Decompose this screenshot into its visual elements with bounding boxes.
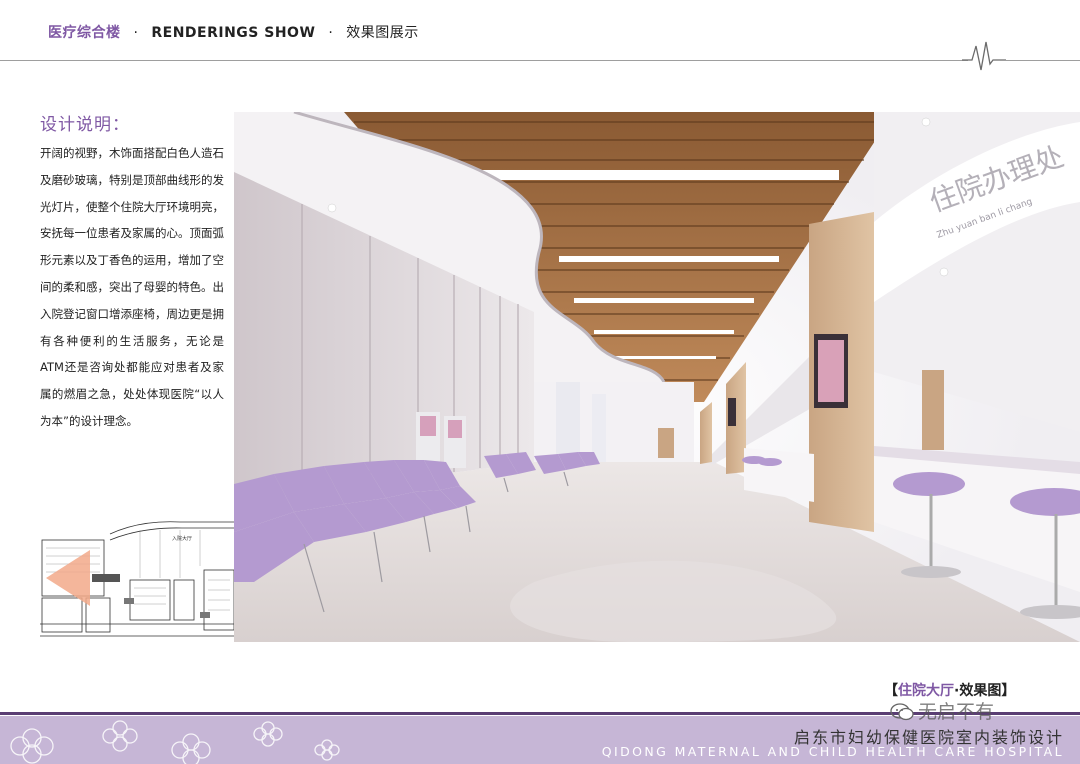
floor-plan-thumbnail: 入院大厅 — [40, 500, 236, 642]
heartbeat-pulse-icon — [962, 41, 1006, 71]
caption-bracket-open: 【 — [884, 683, 898, 699]
header-title: 医疗综合楼 · RENDERINGS SHOW · 效果图展示 — [48, 22, 419, 42]
caption-bracket-close: 】 — [1001, 683, 1016, 699]
floor-plan-drawing: 入院大厅 — [40, 500, 236, 642]
floor-plan-label: 入院大厅 — [172, 535, 192, 542]
header-section-view: 效果图展示 — [346, 25, 419, 41]
watermark-text: 无启不有 — [918, 701, 995, 723]
design-description-title: 设计说明： — [40, 115, 130, 135]
header-section-cn: 医疗综合楼 — [48, 25, 121, 41]
page-header: 医疗综合楼 · RENDERINGS SHOW · 效果图展示 — [0, 0, 1080, 71]
header-divider — [0, 60, 968, 61]
header-separator: · — [328, 25, 334, 41]
design-description-body: 开阔的视野，木饰面搭配白色人造石及磨砂玻璃，特别是顶部曲线形的发光灯片，使整个住… — [40, 146, 224, 428]
rendering-scene: 住院办理处 Zhu yuan ban li chang — [234, 112, 1080, 642]
header-separator: · — [133, 25, 139, 41]
wechat-icon — [890, 703, 914, 721]
footer-title-en: QIDONG MATERNAL AND CHILD HEALTH CARE HO… — [601, 744, 1064, 759]
hall-rendering-image: 住院办理处 Zhu yuan ban li chang — [234, 112, 1080, 642]
header-section-en: RENDERINGS SHOW — [151, 25, 316, 41]
header-divider-right — [1000, 60, 1080, 61]
flower-pattern-icon — [10, 720, 340, 764]
